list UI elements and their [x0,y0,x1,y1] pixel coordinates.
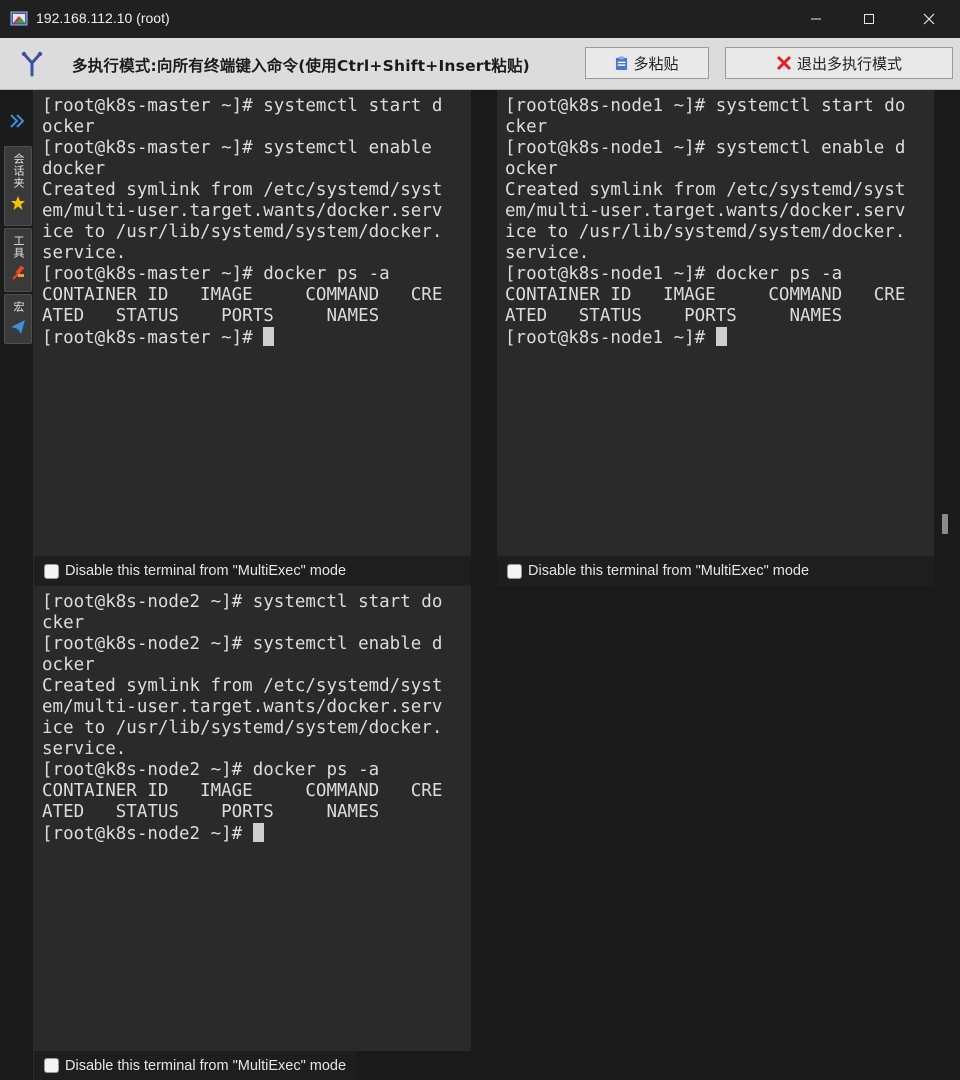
terminal-prompt: [root@k8s-node1 ~]# [505,328,716,348]
expand-sidebar-icon[interactable] [8,112,26,130]
disable-multiexec-checkbox[interactable] [44,1058,59,1073]
terminal-prompt: [root@k8s-node2 ~]# [42,824,253,844]
sidebar-tab-label: 会话夹 [12,153,25,189]
disable-multiexec-label: Disable this terminal from "MultiExec" m… [65,1057,347,1074]
terminal-cursor [263,327,275,346]
terminal-output: [root@k8s-node2 ~]# systemctl start do c… [42,592,443,844]
minimize-icon [811,18,821,20]
star-icon [10,195,26,215]
maximize-icon [864,14,874,24]
sidebar-tab-sessions[interactable]: 会话夹 [4,146,32,226]
left-sidebar: 会话夹 工具 宏 [0,90,34,1080]
window-title: 192.168.112.10 (root) [36,10,170,26]
disable-multiexec-checkbox[interactable] [507,563,522,579]
terminal-output: [root@k8s-node1 ~]# systemctl start do c… [505,96,906,348]
maximize-button[interactable] [843,0,895,38]
terminal-k8s-node2[interactable]: [root@k8s-node2 ~]# systemctl start do c… [34,586,471,1051]
disable-multiexec-row[interactable]: Disable this terminal from "MultiExec" m… [34,1051,356,1080]
multi-paste-label: 多粘贴 [633,54,679,73]
exit-multiexec-button[interactable]: 退出多执行模式 [725,47,953,79]
title-bar: 192.168.112.10 (root) [0,0,960,38]
red-x-icon [776,55,792,71]
terminal-output: [root@k8s-master ~]# systemctl start d o… [42,96,443,348]
disable-multiexec-row[interactable]: Disable this terminal from "MultiExec" m… [497,556,934,586]
disable-multiexec-label: Disable this terminal from "MultiExec" m… [528,563,810,579]
exit-multiexec-label: 退出多执行模式 [796,54,902,73]
terminal-cursor [252,823,264,842]
multiexec-message: 多执行模式:向所有终端键入命令(使用Ctrl+Shift+Insert粘贴) [72,57,530,75]
disable-multiexec-checkbox[interactable] [44,563,59,579]
close-button[interactable] [903,0,955,38]
terminal-cursor [715,327,727,346]
multiexec-bar: 多执行模式:向所有终端键入命令(使用Ctrl+Shift+Insert粘贴) 多… [0,38,960,90]
app-icon [10,10,28,28]
terminal-k8s-master[interactable]: [root@k8s-master ~]# systemctl start d o… [34,90,471,556]
sidebar-tab-tools[interactable]: 工具 [4,228,32,292]
disable-multiexec-label: Disable this terminal from "MultiExec" m… [65,563,347,579]
minimize-button[interactable] [790,0,842,38]
sidebar-tab-label: 工具 [12,235,25,259]
sidebar-tab-label: 宏 [12,301,25,313]
send-icon [10,319,26,339]
tools-icon [10,265,26,285]
terminal-prompt: [root@k8s-master ~]# [42,328,264,348]
sidebar-tab-macros[interactable]: 宏 [4,294,32,344]
clipboard-icon [615,56,628,71]
multiexec-icon [20,51,44,77]
disable-multiexec-row[interactable]: Disable this terminal from "MultiExec" m… [34,556,471,586]
multi-paste-button[interactable]: 多粘贴 [585,47,709,79]
close-icon [923,13,935,25]
scrollbar-thumb[interactable] [942,514,948,534]
terminal-k8s-node1[interactable]: [root@k8s-node1 ~]# systemctl start do c… [497,90,934,556]
